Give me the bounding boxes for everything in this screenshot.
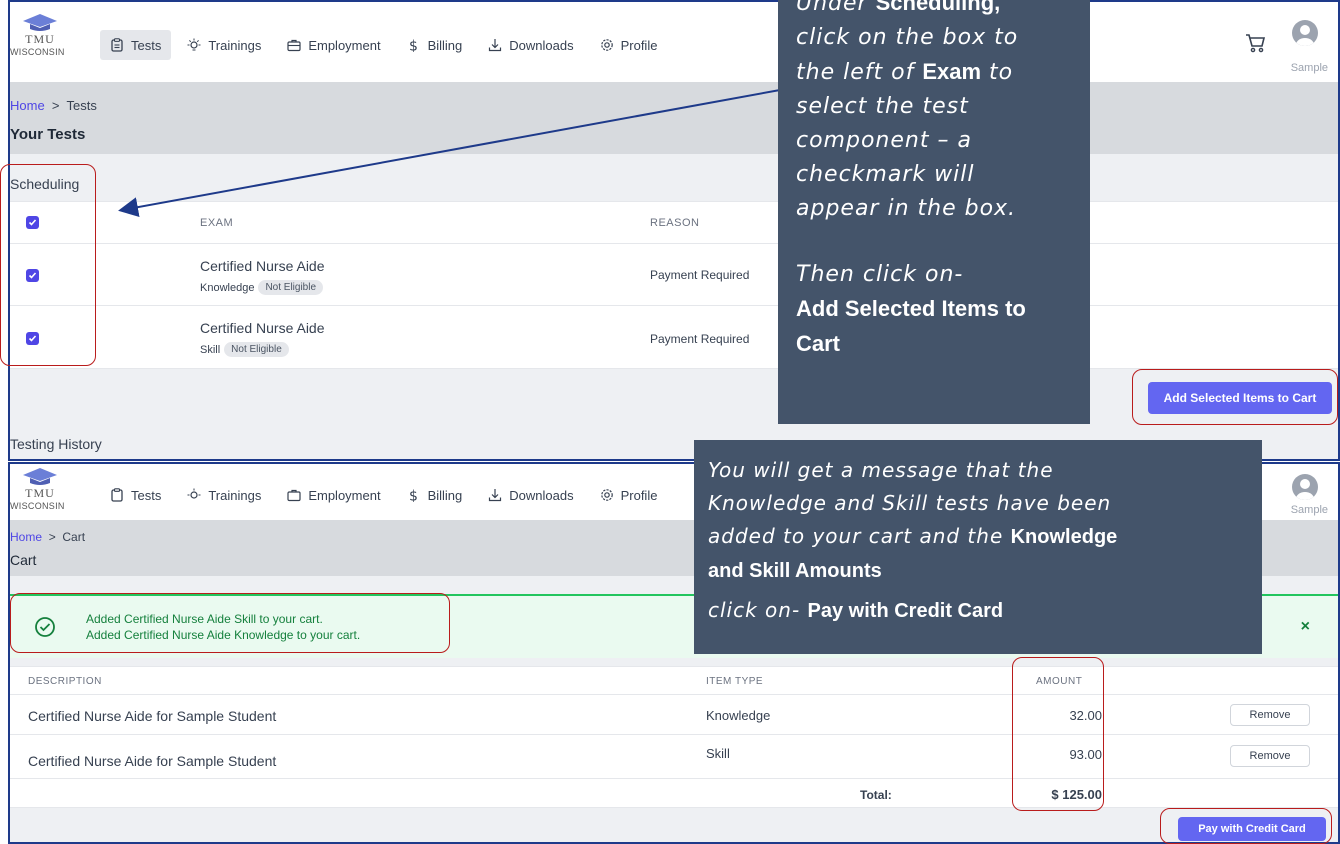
callout-text: You will get a message that the	[708, 458, 1054, 482]
callout-text: checkmark will	[796, 162, 975, 187]
callout-emphasis: Add Selected Items to	[796, 296, 1026, 321]
callout-text: Knowledge and Skill tests have been	[708, 491, 1112, 515]
instruction-callout-2: You will get a message that the Knowledg…	[694, 440, 1262, 654]
tutorial-screenshot: TMU WISCONSIN Tests Trainings Employment…	[0, 0, 1340, 844]
callout-emphasis: Scheduling,	[875, 0, 1001, 15]
callout-emphasis: and Skill Amounts	[708, 560, 882, 582]
callout-emphasis: Knowledge	[1010, 526, 1118, 548]
callout-text: to	[981, 60, 1014, 85]
callout-text: the left of	[796, 60, 923, 85]
callout-text: Under	[796, 0, 876, 16]
callout-text: click on the box to	[796, 25, 1019, 50]
callout-emphasis: Exam	[922, 59, 982, 84]
callout-text: appear in the box.	[796, 196, 1017, 221]
pointer-arrow	[118, 89, 781, 217]
callout-text: component – a	[796, 128, 972, 153]
callout-emphasis: Cart	[796, 331, 841, 356]
callout-text: Then click on-	[796, 262, 964, 287]
callout-text: added to your cart and the	[708, 524, 1011, 548]
instruction-callout-1: Under Scheduling, click on the box to th…	[778, 0, 1090, 424]
callout-text: select the test	[796, 94, 969, 119]
callout-text: click on-	[708, 598, 808, 622]
callout-emphasis: Pay with Credit Card	[807, 600, 1004, 622]
